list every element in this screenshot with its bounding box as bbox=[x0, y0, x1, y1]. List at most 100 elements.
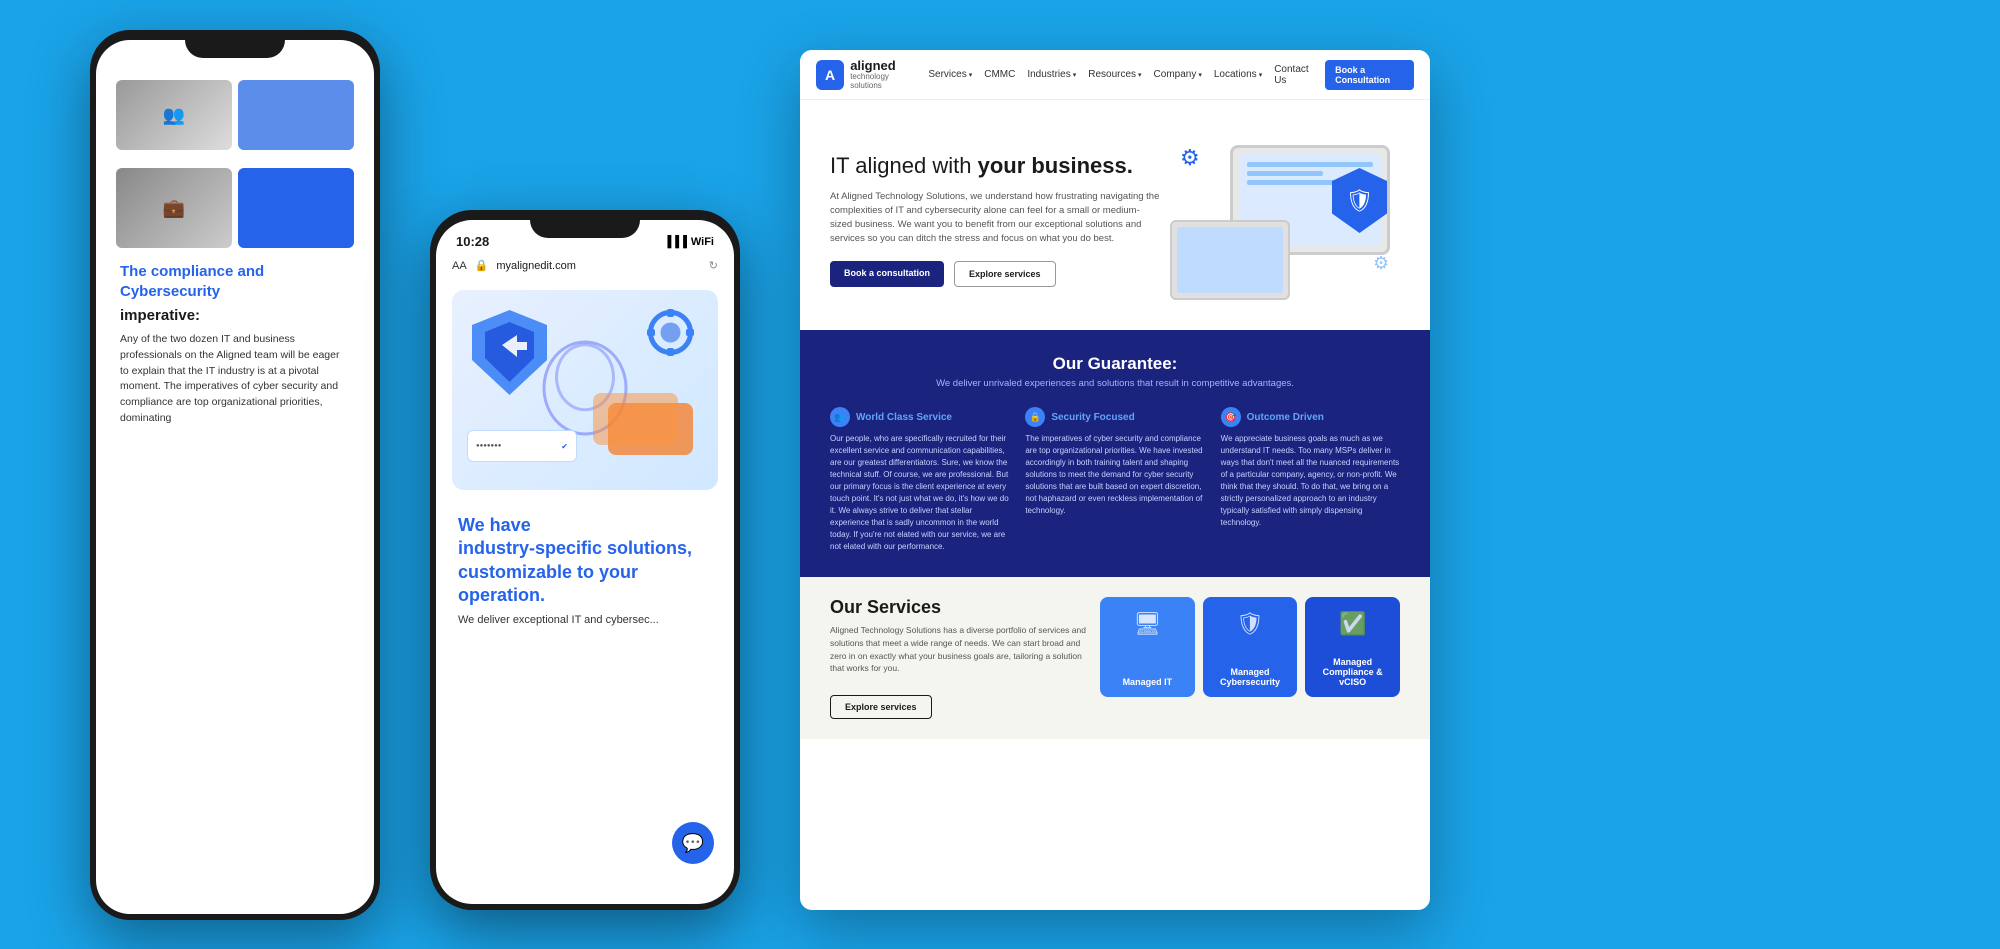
logo-icon: A bbox=[816, 60, 844, 90]
nav-locations[interactable]: Locations ▾ bbox=[1214, 69, 1262, 80]
guarantee-col-2-body: The imperatives of cyber security and co… bbox=[1025, 433, 1204, 517]
guarantee-col-2: 🔒 Security Focused The imperatives of cy… bbox=[1025, 407, 1204, 553]
service-card-cybersecurity: 🛡 Managed Cybersecurity bbox=[1203, 597, 1298, 697]
nav-cmmc[interactable]: CMMC bbox=[984, 69, 1015, 80]
phone-mid: 10:28 ▐▐▐ WiFi AA 🔒 myalignedit.com ↻ bbox=[430, 210, 740, 910]
phone-mid-subtext: We deliver exceptional IT and cybersec..… bbox=[458, 612, 712, 629]
mid-hero-graphic: ●●●●●●● ✔ bbox=[452, 290, 718, 490]
guarantee-cols: 👥 World Class Service Our people, who ar… bbox=[830, 407, 1400, 553]
world-class-icon: 👥 bbox=[830, 407, 850, 427]
phone-mid-time: 10:28 bbox=[456, 234, 489, 249]
phone-left-photo-2: 💼 bbox=[116, 168, 232, 248]
refresh-icon[interactable]: ↻ bbox=[709, 259, 718, 272]
phone-left-image-grid: 👥 bbox=[116, 80, 354, 150]
screen-line-2 bbox=[1247, 171, 1323, 176]
hero-title: IT aligned with your business. bbox=[830, 153, 1160, 179]
phone-mid-url: myalignedit.com bbox=[496, 260, 575, 272]
browser-hero: IT aligned with your business. At Aligne… bbox=[800, 100, 1430, 330]
services-section: Our Services Aligned Technology Solution… bbox=[800, 577, 1430, 739]
phone-mid-heading-bold: customizable to your operation. bbox=[458, 562, 638, 605]
hero-btn-services[interactable]: Explore services bbox=[954, 261, 1056, 287]
phone-left-blue-square-2 bbox=[238, 168, 354, 248]
guarantee-col-3: 🎯 Outcome Driven We appreciate business … bbox=[1221, 407, 1400, 553]
hero-right: ⚙ 🛡 ⚙ bbox=[1170, 135, 1400, 305]
gear-icon-hero-bottom: ⚙ bbox=[1373, 253, 1395, 275]
guarantee-col-1-title: 👥 World Class Service bbox=[830, 407, 1009, 427]
compliance-icon: ✅ bbox=[1339, 611, 1366, 637]
browser-nav: A aligned technology solutions Services … bbox=[800, 50, 1430, 100]
security-icon: 🔒 bbox=[1025, 407, 1045, 427]
wifi-icon: WiFi bbox=[691, 236, 714, 248]
service-card-managed-it: 🖥 Managed IT bbox=[1100, 597, 1195, 697]
phone-mid-hero-image: ●●●●●●● ✔ bbox=[452, 290, 718, 490]
nav-company[interactable]: Company ▾ bbox=[1154, 69, 1202, 80]
nav-contact[interactable]: Contact Us bbox=[1274, 64, 1313, 86]
hero-body: At Aligned Technology Solutions, we unde… bbox=[830, 190, 1160, 247]
phone-mid-address-bar[interactable]: AA 🔒 myalignedit.com ↻ bbox=[436, 255, 734, 280]
cybersecurity-icon: 🛡 bbox=[1236, 611, 1264, 637]
guarantee-subtitle: We deliver unrivaled experiences and sol… bbox=[830, 378, 1400, 389]
nav-locations-arrow: ▾ bbox=[1259, 71, 1263, 79]
phone-mid-aa: AA bbox=[452, 260, 467, 272]
guarantee-col-1: 👥 World Class Service Our people, who ar… bbox=[830, 407, 1009, 553]
service-card-compliance: ✅ Managed Compliance & vCISO bbox=[1305, 597, 1400, 697]
logo-text: aligned technology solutions bbox=[850, 59, 918, 91]
guarantee-section: Our Guarantee: We deliver unrivaled expe… bbox=[800, 330, 1430, 577]
phone-left-heading-blue: The compliance and Cybersecurity bbox=[120, 262, 350, 301]
phone-mid-status-icons: ▐▐▐ WiFi bbox=[663, 236, 714, 248]
phone-mid-screen: 10:28 ▐▐▐ WiFi AA 🔒 myalignedit.com ↻ bbox=[436, 220, 734, 904]
nav-resources[interactable]: Resources ▾ bbox=[1088, 69, 1141, 80]
card-orange-2 bbox=[593, 393, 678, 445]
chat-bubble[interactable]: 💬 bbox=[672, 822, 714, 864]
phone-left: 👥 💼 The compliance and Cybersecurity imp… bbox=[90, 30, 380, 920]
services-text-col: Our Services Aligned Technology Solution… bbox=[830, 597, 1086, 719]
password-bar: ●●●●●●● ✔ bbox=[467, 430, 577, 462]
browser-logo: A aligned technology solutions bbox=[816, 59, 918, 91]
services-title: Our Services bbox=[830, 597, 1086, 618]
phone-left-photo-1: 👥 bbox=[116, 80, 232, 150]
gear-graphic bbox=[643, 305, 698, 360]
nav-industries[interactable]: Industries ▾ bbox=[1027, 69, 1076, 80]
hero-title-normal: IT aligned with bbox=[830, 153, 971, 178]
chat-icon: 💬 bbox=[682, 833, 704, 854]
browser-window: A aligned technology solutions Services … bbox=[800, 50, 1430, 910]
service-card-label-1: Managed IT bbox=[1117, 677, 1179, 687]
nav-services[interactable]: Services ▾ bbox=[928, 69, 972, 80]
services-inner: Our Services Aligned Technology Solution… bbox=[830, 597, 1400, 719]
nav-links: Services ▾ CMMC Industries ▾ Resources ▾… bbox=[928, 60, 1414, 90]
outcome-icon: 🎯 bbox=[1221, 407, 1241, 427]
guarantee-col-3-title: 🎯 Outcome Driven bbox=[1221, 407, 1400, 427]
hero-left: IT aligned with your business. At Aligne… bbox=[830, 153, 1170, 286]
nav-cta-button[interactable]: Book a Consultation bbox=[1325, 60, 1414, 90]
desktop-illustration: ⚙ 🛡 ⚙ bbox=[1170, 135, 1400, 305]
phone-left-body: Any of the two dozen IT and business pro… bbox=[120, 332, 350, 427]
services-body: Aligned Technology Solutions has a diver… bbox=[830, 624, 1086, 675]
hero-btn-consultation[interactable]: Book a consultation bbox=[830, 261, 944, 287]
shield-graphic bbox=[472, 310, 547, 395]
nav-company-arrow: ▾ bbox=[1198, 71, 1202, 79]
signal-icon: ▐▐▐ bbox=[663, 236, 686, 248]
phone-left-screen: 👥 💼 The compliance and Cybersecurity imp… bbox=[96, 40, 374, 914]
managed-it-icon: 🖥 bbox=[1133, 611, 1161, 637]
phone-mid-content: We have industry-specific solutions, cus… bbox=[436, 500, 734, 642]
services-cards-col: 🖥 Managed IT 🛡 Managed Cybersecurity ✅ M… bbox=[1100, 597, 1400, 719]
phone-left-row2: 💼 bbox=[116, 168, 354, 248]
service-card-label-2: Managed Cybersecurity bbox=[1203, 667, 1298, 687]
hero-buttons: Book a consultation Explore services bbox=[830, 261, 1160, 287]
screen-line-1 bbox=[1247, 162, 1373, 167]
service-card-label-3: Managed Compliance & vCISO bbox=[1305, 657, 1400, 687]
hero-title-bold: your business. bbox=[978, 153, 1133, 178]
phone-left-blue-square-1 bbox=[238, 80, 354, 150]
nav-resources-arrow: ▾ bbox=[1138, 71, 1142, 79]
phone-left-content: The compliance and Cybersecurity imperat… bbox=[116, 262, 354, 427]
phone-mid-heading: We have industry-specific solutions, cus… bbox=[458, 514, 712, 608]
phone-left-heading-bold: imperative: bbox=[120, 307, 350, 324]
guarantee-col-1-body: Our people, who are specifically recruit… bbox=[830, 433, 1009, 553]
lock-icon: 🔒 bbox=[475, 259, 489, 272]
nav-services-arrow: ▾ bbox=[969, 71, 973, 79]
services-explore-btn[interactable]: Explore services bbox=[830, 695, 932, 719]
guarantee-col-2-title: 🔒 Security Focused bbox=[1025, 407, 1204, 427]
phone-mid-heading-line1: We have bbox=[458, 515, 531, 535]
phone-mid-notch bbox=[530, 210, 640, 238]
laptop-body bbox=[1170, 220, 1290, 300]
